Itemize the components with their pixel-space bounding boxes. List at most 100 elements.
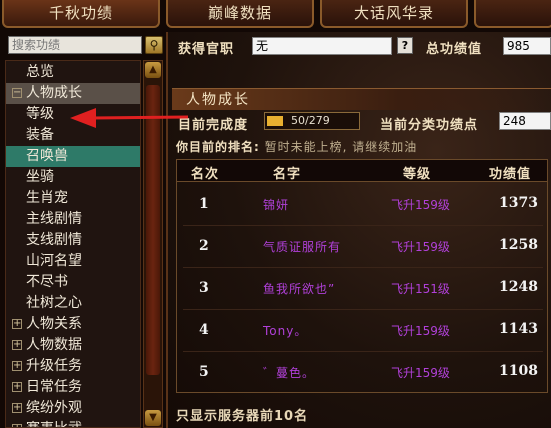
score-cell: 1248	[499, 279, 538, 295]
tab-bar: 千秋功绩 巅峰数据 大话风华录	[0, 0, 551, 32]
table-row[interactable]: 1 锦妍 飞升159级 1373	[177, 183, 547, 225]
rank-cell: 1	[199, 196, 209, 212]
expand-icon[interactable]: +	[12, 361, 22, 371]
tree-item[interactable]: 总览	[6, 62, 140, 83]
tree-item[interactable]: 装备	[6, 125, 140, 146]
progress-label: 目前完成度	[178, 118, 249, 133]
rank-cell: 4	[199, 322, 209, 338]
footer-note: 只显示服务器前10名	[176, 409, 309, 424]
tree-item-label: 等级	[26, 106, 54, 122]
tree-item[interactable]: 主线剧情	[6, 209, 140, 230]
score-cell: 1373	[499, 195, 538, 211]
name-cell: ゛蔓色。	[263, 366, 316, 380]
tree-item[interactable]: 支线剧情	[6, 230, 140, 251]
expand-icon[interactable]: +	[12, 319, 22, 329]
table-header: 名次 名字 等级 功绩值	[177, 160, 547, 182]
help-button[interactable]: ?	[397, 37, 413, 54]
tree-item[interactable]: + 日常任务	[6, 377, 140, 398]
table-row[interactable]: 3 鱼我所欲也” 飞升151级 1248	[177, 267, 547, 309]
tree-item-label: 人物关系	[26, 316, 82, 332]
category-tree: 总览 − 人物成长 等级 装备 召唤兽 坐骑 生肖宠 主线剧情 支线剧情 山河名望 不尽书 社树之心 + 人…	[5, 60, 141, 428]
tree-item-label: 装备	[26, 127, 54, 143]
section-title: 人物成长	[172, 88, 551, 110]
tree-item[interactable]: 不尽书	[6, 272, 140, 293]
tree-item-label: 人物数据	[26, 337, 82, 353]
table-row[interactable]: 5 ゛蔓色。 飞升159级 1108	[177, 351, 547, 393]
tab-achievements[interactable]: 千秋功绩	[2, 0, 160, 28]
tree-item-label: 主线剧情	[26, 211, 82, 227]
tab-peak-data[interactable]: 巅峰数据	[166, 0, 314, 28]
level-cell: 飞升159级	[391, 324, 450, 338]
ranking-table: 名次 名字 等级 功绩值 1 锦妍 飞升159级 1373 2 气质证服所有 飞升159级 1…	[176, 159, 548, 393]
category-score-label: 当前分类功绩点	[380, 118, 479, 133]
tree-item-label: 总览	[26, 64, 54, 80]
total-score-field: 985	[503, 37, 551, 55]
tree-item[interactable]: 山河名望	[6, 251, 140, 272]
search-icon[interactable]: ⚲	[145, 36, 163, 54]
detail-panel: 获得官职 无 ? 总功绩值 985 人物成长 目前完成度 50/279 当前分类…	[168, 32, 551, 428]
level-cell: 飞升151级	[391, 282, 450, 296]
scroll-down-icon[interactable]: ▼	[145, 410, 161, 426]
header-rank: 名次	[191, 167, 220, 182]
tab-extra[interactable]	[474, 0, 551, 28]
tree-item-label: 赛事比武	[26, 419, 82, 427]
level-cell: 飞升159级	[391, 198, 450, 212]
tree-item-label: 升级任务	[26, 358, 82, 374]
tree-item-label: 生肖宠	[26, 190, 68, 206]
tree-item[interactable]: 生肖宠	[6, 188, 140, 209]
tab-hall-of-fame[interactable]: 大话风华录	[320, 0, 468, 28]
tree-item[interactable]: − 人物成长	[6, 83, 140, 104]
collapse-icon[interactable]: −	[12, 88, 22, 98]
level-cell: 飞升159级	[391, 366, 450, 380]
table-row[interactable]: 2 气质证服所有 飞升159级 1258	[177, 225, 547, 267]
rank-cell: 3	[199, 280, 209, 296]
name-cell: Tony。	[263, 324, 308, 338]
tree-item[interactable]: 坐骑	[6, 167, 140, 188]
tree-item-label: 人物成长	[26, 85, 82, 101]
header-level: 等级	[403, 167, 432, 182]
tree-item[interactable]: 召唤兽	[6, 146, 140, 167]
title-value-field: 无	[252, 37, 392, 55]
tree-item[interactable]: + 人物关系	[6, 314, 140, 335]
header-name: 名字	[273, 167, 302, 182]
progress-text: 50/279	[291, 114, 330, 127]
tree-item[interactable]: + 人物数据	[6, 335, 140, 356]
name-cell: 锦妍	[263, 198, 290, 212]
tree-item[interactable]: + 赛事比武	[6, 419, 140, 427]
search-input[interactable]: 搜索功绩	[8, 36, 142, 54]
table-row[interactable]: 4 Tony。 飞升159级 1143	[177, 309, 547, 351]
scroll-up-icon[interactable]: ▲	[145, 62, 161, 78]
level-cell: 飞升159级	[391, 240, 450, 254]
tree-item[interactable]: 等级	[6, 104, 140, 125]
tree-scrollbar[interactable]: ▲ ▼	[143, 60, 163, 428]
header-score: 功绩值	[489, 167, 532, 182]
tree-item-label: 社树之心	[26, 295, 82, 311]
name-cell: 鱼我所欲也”	[263, 282, 336, 296]
tree-item-label: 山河名望	[26, 253, 82, 269]
tree-item-label: 坐骑	[26, 169, 54, 185]
expand-icon[interactable]: +	[12, 340, 22, 350]
left-panel: 搜索功绩 ⚲ 总览 − 人物成长 等级 装备 召唤兽 坐骑 生肖宠 主线剧情 支线剧情 山河名望 不尽…	[0, 32, 168, 428]
total-score-label: 总功绩值	[426, 42, 483, 57]
tree-item-label: 缤纷外观	[26, 400, 82, 416]
tree-item[interactable]: 社树之心	[6, 293, 140, 314]
tree-item-label: 支线剧情	[26, 232, 82, 248]
rank-cell: 5	[199, 364, 209, 380]
score-cell: 1258	[499, 237, 538, 253]
score-cell: 1108	[499, 363, 538, 379]
rank-note: 你目前的排名: 暂时未能上榜, 请继续加油	[176, 138, 417, 155]
scroll-thumb[interactable]	[146, 85, 160, 375]
tree-item-label: 日常任务	[26, 379, 82, 395]
expand-icon[interactable]: +	[12, 403, 22, 413]
rank-cell: 2	[199, 238, 209, 254]
progress-fill	[267, 116, 283, 126]
expand-icon[interactable]: +	[12, 382, 22, 392]
tree-item[interactable]: + 缤纷外观	[6, 398, 140, 419]
score-cell: 1143	[499, 321, 538, 337]
tree-item-label: 不尽书	[26, 274, 68, 290]
expand-icon[interactable]: +	[12, 424, 22, 427]
tree-item-label: 召唤兽	[26, 148, 68, 164]
search-bar: 搜索功绩 ⚲	[8, 36, 164, 56]
tree-item[interactable]: + 升级任务	[6, 356, 140, 377]
rank-prefix: 你目前的排名:	[176, 140, 260, 154]
